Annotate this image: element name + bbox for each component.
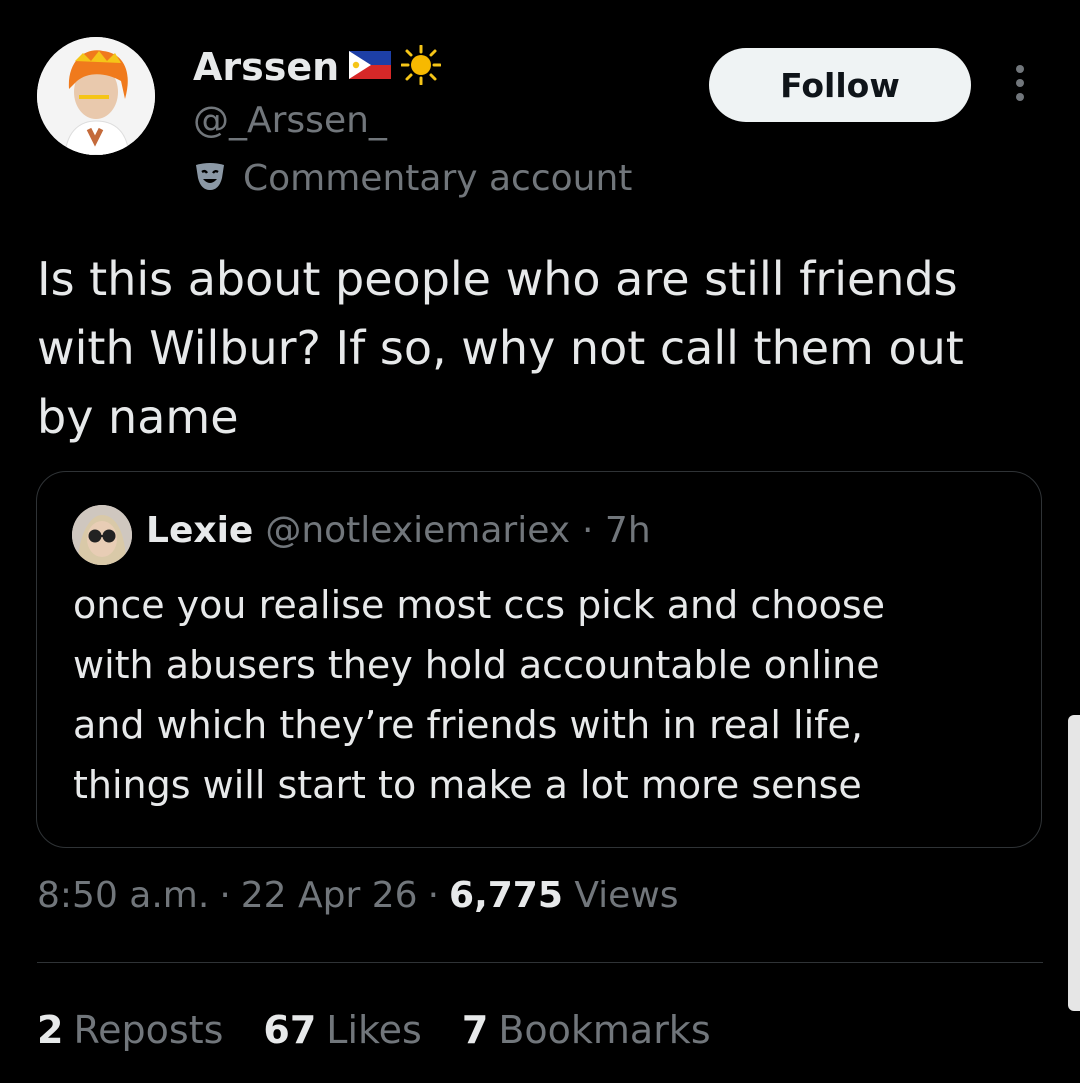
likes-label: Likes <box>326 1008 422 1052</box>
scrollbar[interactable] <box>1068 715 1080 1011</box>
author-avatar[interactable] <box>37 37 155 155</box>
quoted-time: · 7h <box>582 510 651 551</box>
sun-icon <box>400 44 442 89</box>
author-name-row: Arssen <box>193 44 442 89</box>
tweet-text: Is this about people who are still frien… <box>37 252 964 444</box>
quoted-header: Lexie @notlexiemariex · 7h <box>146 510 651 551</box>
views-stat[interactable]: 6,775 Views <box>449 875 679 916</box>
author-handle[interactable]: @_Arssen_ <box>193 100 387 141</box>
views-label: Views <box>574 875 679 916</box>
quoted-tweet-text: once you realise most ccs pick and choos… <box>73 583 885 807</box>
bookmarks-label: Bookmarks <box>498 1008 711 1052</box>
more-options-icon[interactable] <box>1008 65 1032 105</box>
views-count: 6,775 <box>449 875 563 916</box>
tweet-time[interactable]: 8:50 a.m. <box>37 875 209 916</box>
likes-stat[interactable]: 67 Likes <box>263 1008 421 1052</box>
quoted-author-handle[interactable]: @notlexiemariex <box>265 510 570 551</box>
account-label[interactable]: Commentary account <box>193 158 632 199</box>
philippines-flag-icon <box>349 51 392 83</box>
reposts-count: 2 <box>37 1008 64 1052</box>
quoted-author-name[interactable]: Lexie <box>146 510 253 551</box>
reposts-label: Reposts <box>73 1008 224 1052</box>
likes-count: 67 <box>263 1008 317 1052</box>
author-name[interactable]: Arssen <box>193 45 339 89</box>
tweet-date[interactable]: 22 Apr 26 <box>241 875 418 916</box>
quoted-author-avatar[interactable] <box>72 505 132 565</box>
bookmarks-stat[interactable]: 7 Bookmarks <box>462 1008 711 1052</box>
reposts-stat[interactable]: 2 Reposts <box>37 1008 223 1052</box>
engagement-stats: 2 Reposts 67 Likes 7 Bookmarks <box>37 1008 711 1052</box>
tweet-meta: 8:50 a.m. · 22 Apr 26 · 6,775 Views <box>37 875 679 916</box>
account-label-text: Commentary account <box>243 158 633 199</box>
theater-masks-icon <box>193 162 227 196</box>
follow-button[interactable]: Follow <box>709 48 971 122</box>
divider <box>37 962 1043 963</box>
bookmarks-count: 7 <box>461 1008 489 1052</box>
